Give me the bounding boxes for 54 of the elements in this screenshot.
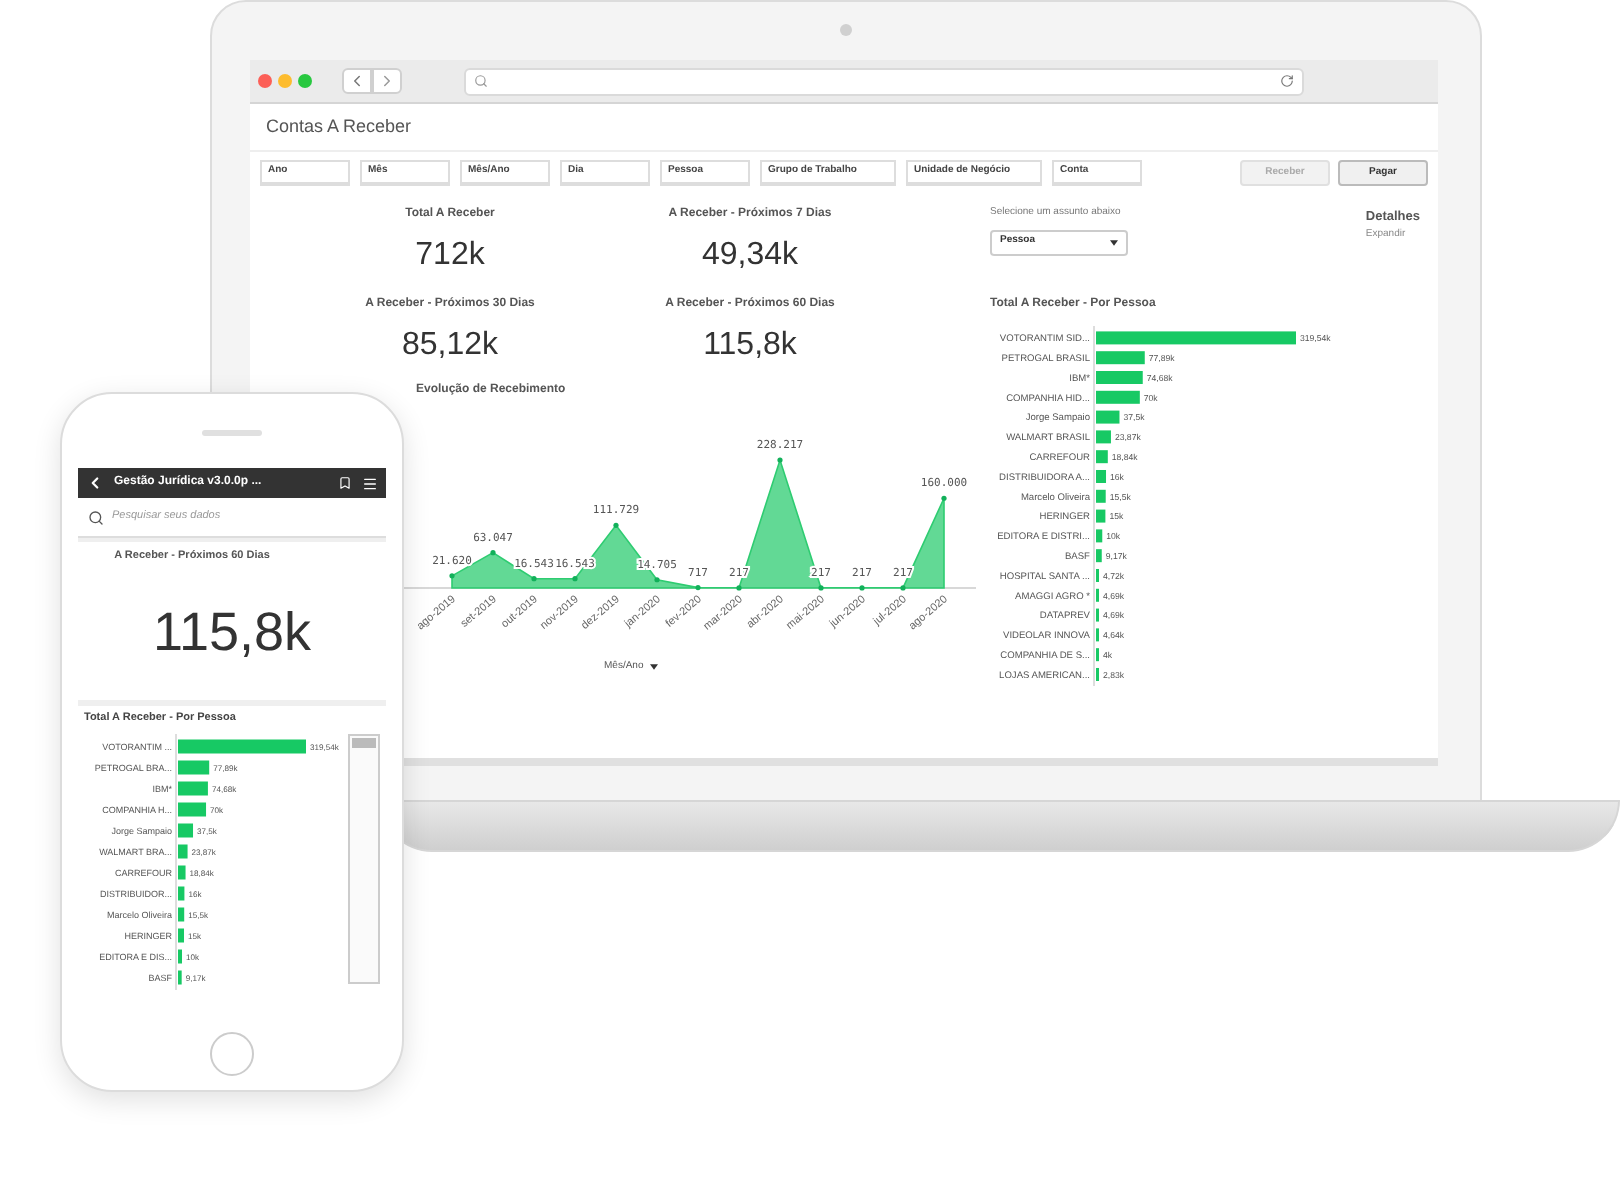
bar — [1096, 389, 1140, 403]
data-point — [818, 585, 824, 591]
bar — [178, 740, 306, 754]
scrollbar[interactable] — [348, 734, 380, 985]
bar — [1096, 449, 1108, 463]
caret-icon — [1110, 239, 1118, 245]
bar — [1096, 350, 1145, 364]
bar — [1096, 469, 1106, 482]
data-point — [572, 576, 578, 582]
bar — [178, 782, 208, 796]
bar — [178, 824, 193, 838]
bar — [1096, 548, 1102, 562]
page-title: Contas A Receber — [266, 113, 412, 140]
data-point — [490, 550, 496, 556]
kpi-value: 85,12k — [401, 326, 499, 366]
back-icon[interactable] — [86, 474, 104, 492]
data-point — [859, 585, 865, 591]
kpi-value: 712k — [415, 236, 485, 276]
bar — [178, 803, 207, 817]
data-point — [613, 522, 619, 528]
data-point — [941, 495, 947, 501]
forward-button[interactable] — [372, 68, 402, 94]
menu-icon[interactable] — [362, 475, 378, 491]
bar — [178, 866, 186, 880]
search-icon — [474, 74, 488, 88]
chevron-left-icon — [348, 72, 366, 90]
search-icon — [88, 509, 104, 525]
bar — [178, 908, 185, 922]
bar — [1096, 370, 1143, 383]
bar — [178, 761, 210, 775]
chevron-right-icon — [378, 72, 396, 90]
data-point — [695, 585, 701, 591]
data-point — [654, 577, 660, 583]
bar — [1096, 429, 1111, 443]
kpi-value: 115,8k — [703, 326, 797, 366]
home-button[interactable] — [210, 1032, 254, 1076]
bar — [1096, 409, 1120, 423]
data-point — [449, 573, 455, 579]
kpi-value: 115,8k — [152, 600, 312, 667]
bookmark-icon[interactable] — [338, 476, 352, 490]
bar — [1096, 508, 1106, 522]
data-point — [900, 585, 906, 591]
bar — [178, 887, 185, 901]
data-point — [777, 457, 783, 463]
bar — [178, 929, 184, 943]
reload-icon[interactable] — [1280, 74, 1294, 88]
caret-icon — [649, 664, 658, 671]
bar — [1096, 528, 1103, 542]
bar — [178, 845, 188, 859]
data-point — [531, 576, 537, 582]
data-point — [736, 585, 742, 591]
back-button[interactable] — [342, 68, 372, 94]
kpi-value: 49,34k — [701, 236, 799, 276]
bar — [1096, 488, 1106, 502]
